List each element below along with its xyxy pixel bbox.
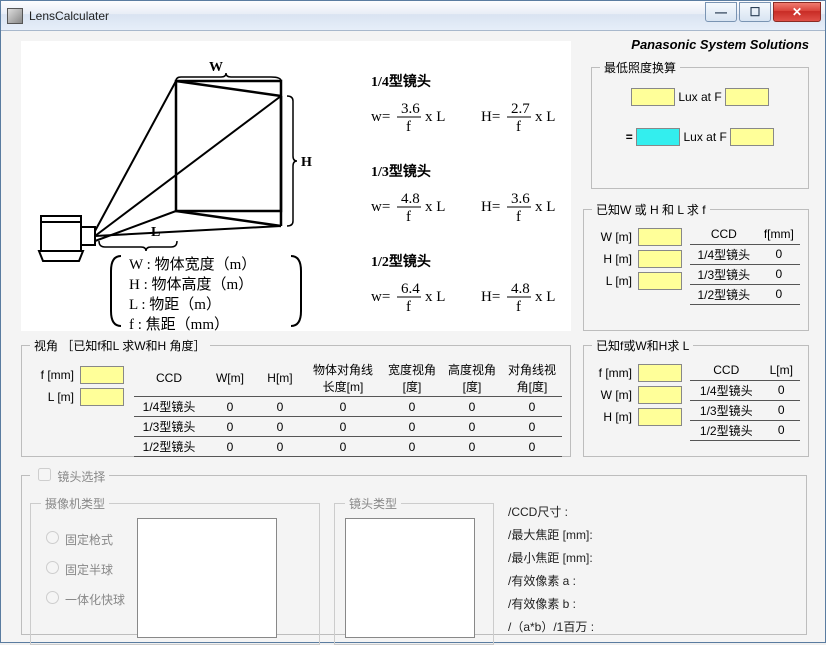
maximize-button[interactable]: ☐ (739, 2, 771, 22)
lux-eq: = (626, 130, 633, 144)
lux-f1[interactable] (725, 88, 769, 106)
def-h: H : 物体高度（m） (129, 276, 253, 293)
svg-text:1/4型镜头: 1/4型镜头 (371, 73, 431, 90)
lens-listbox[interactable] (345, 518, 475, 638)
svg-text:H=: H= (481, 199, 500, 215)
svg-text:1/3型镜头: 1/3型镜头 (371, 163, 431, 180)
svg-text:1/2型镜头: 1/2型镜头 (371, 253, 431, 270)
radio-ptz[interactable]: 一体化快球 (41, 593, 125, 607)
app-icon (7, 8, 23, 24)
diagram-label-l: L (151, 225, 160, 240)
spec-mp: /（a*b）/1百万 : (508, 618, 594, 635)
svg-text:w=: w= (371, 109, 390, 125)
angle-input-f[interactable] (80, 366, 124, 384)
calc-l-input-w[interactable] (638, 386, 682, 404)
table-row: 1/3型镜头000000 (134, 417, 562, 437)
svg-text:f: f (406, 119, 411, 135)
calc-f-lab-w: W [m] (592, 230, 632, 244)
fieldset-calc-f: 已知W 或 H 和 L 求 f W [m] H [m] L [m] CCDf[m… (583, 201, 809, 331)
calc-f-input-h[interactable] (638, 250, 682, 268)
svg-text:H=: H= (481, 109, 500, 125)
spec-maxf: /最大焦距 [mm]: (508, 526, 594, 543)
lux-out (636, 128, 680, 146)
svg-text:3.6: 3.6 (401, 101, 420, 117)
svg-text:3.6: 3.6 (511, 191, 530, 207)
diagram-panel: W H L W : 物体宽度（m） H : 物体高度（m） L : 物距（m） … (21, 41, 571, 331)
calc-l-lab-f: f [mm] (592, 366, 632, 380)
spec-ccd: /CCD尺寸 : (508, 503, 594, 520)
def-w: W : 物体宽度（m） (129, 256, 256, 273)
svg-text:x L: x L (535, 199, 555, 215)
def-l: L : 物距（m） (129, 296, 221, 313)
def-f: f : 焦距（mm） (129, 316, 229, 331)
spec-pxb: /有效像素 b : (508, 595, 594, 612)
cam-listbox[interactable] (137, 518, 277, 638)
svg-text:x L: x L (425, 109, 445, 125)
fieldset-calc-l: 已知f或W和H求 L f [mm] W [m] H [m] CCDL[m] 1/… (583, 337, 809, 457)
svg-text:2.7: 2.7 (511, 101, 530, 117)
angle-lab-l: L [m] (30, 390, 74, 404)
svg-text:f: f (406, 209, 411, 225)
lux-legend: 最低照度换算 (600, 59, 680, 76)
minimize-button[interactable]: — (705, 2, 737, 22)
calc-l-input-h[interactable] (638, 408, 682, 426)
lux-label-1: Lux at F (678, 90, 721, 104)
angle-lab-f: f [mm] (30, 368, 74, 382)
table-row: 1/2型镜头000000 (134, 437, 562, 457)
svg-text:x L: x L (535, 289, 555, 305)
lenstype-legend: 镜头类型 (345, 495, 401, 512)
calc-l-input-f[interactable] (638, 364, 682, 382)
lens-checkbox[interactable]: 镜头选择 (34, 470, 105, 484)
svg-text:H=: H= (481, 289, 500, 305)
svg-text:w=: w= (371, 199, 390, 215)
calc-l-legend: 已知f或W和H求 L (592, 337, 693, 354)
calc-f-legend: 已知W 或 H 和 L 求 f (592, 201, 710, 218)
window-title: LensCalculater (29, 9, 705, 23)
radio-fixed-gun[interactable]: 固定枪式 (41, 533, 113, 547)
svg-text:f: f (516, 209, 521, 225)
lux-f2[interactable] (730, 128, 774, 146)
calc-l-lab-h: H [m] (592, 410, 632, 424)
calc-l-lab-w: W [m] (592, 388, 632, 402)
lux-in1[interactable] (631, 88, 675, 106)
titlebar: LensCalculater — ☐ ✕ (1, 1, 825, 31)
close-button[interactable]: ✕ (773, 2, 821, 22)
lux-label-2: Lux at F (684, 130, 727, 144)
sub-fieldset-lenstype: 镜头类型 (334, 495, 494, 645)
calc-f-table: CCDf[mm] 1/4型镜头0 1/3型镜头0 1/2型镜头0 (690, 224, 800, 305)
calc-f-lab-h: H [m] (592, 252, 632, 266)
fieldset-angle: 视角 ［已知f和L 求W和H 角度］ f [mm] L [m] CCD W[m]… (21, 337, 571, 457)
angle-table: CCD W[m] H[m] 物体对角线长度[m] 宽度视角[度] 高度视角[度]… (134, 360, 562, 457)
angle-input-l[interactable] (80, 388, 124, 406)
fieldset-lux: 最低照度换算 Lux at F = Lux at F (591, 59, 809, 189)
calc-f-lab-l: L [m] (592, 274, 632, 288)
spec-pxa: /有效像素 a : (508, 572, 594, 589)
radio-fixed-dome[interactable]: 固定半球 (41, 563, 113, 577)
svg-text:w=: w= (371, 289, 390, 305)
diagram-label-w: W (209, 60, 223, 75)
camtype-legend: 摄像机类型 (41, 495, 109, 512)
sub-fieldset-camtype: 摄像机类型 固定枪式 固定半球 一体化快球 (30, 495, 320, 645)
spec-minf: /最小焦距 [mm]: (508, 549, 594, 566)
table-row: 1/4型镜头000000 (134, 397, 562, 417)
fieldset-lens: 镜头选择 摄像机类型 固定枪式 固定半球 一体化快球 镜头类型 (21, 465, 807, 635)
calc-l-table: CCDL[m] 1/4型镜头0 1/3型镜头0 1/2型镜头0 (690, 360, 800, 441)
svg-text:f: f (406, 299, 411, 315)
svg-text:4.8: 4.8 (511, 281, 530, 297)
svg-text:x L: x L (535, 109, 555, 125)
svg-text:f: f (516, 299, 521, 315)
diagram-label-h: H (301, 155, 312, 170)
calc-f-input-l[interactable] (638, 272, 682, 290)
svg-text:6.4: 6.4 (401, 281, 420, 297)
angle-legend: 视角 ［已知f和L 求W和H 角度］ (30, 337, 210, 354)
svg-text:x L: x L (425, 199, 445, 215)
svg-text:4.8: 4.8 (401, 191, 420, 207)
svg-text:f: f (516, 119, 521, 135)
spec-labels: /CCD尺寸 : /最大焦距 [mm]: /最小焦距 [mm]: /有效像素 a… (508, 495, 594, 645)
formula-group: 1/4型镜头 w= 3.6 f x L H= 2.7 f x L 1/3型镜头 … (371, 73, 555, 315)
brand-label: Panasonic System Solutions (631, 37, 809, 52)
svg-text:x L: x L (425, 289, 445, 305)
calc-f-input-w[interactable] (638, 228, 682, 246)
